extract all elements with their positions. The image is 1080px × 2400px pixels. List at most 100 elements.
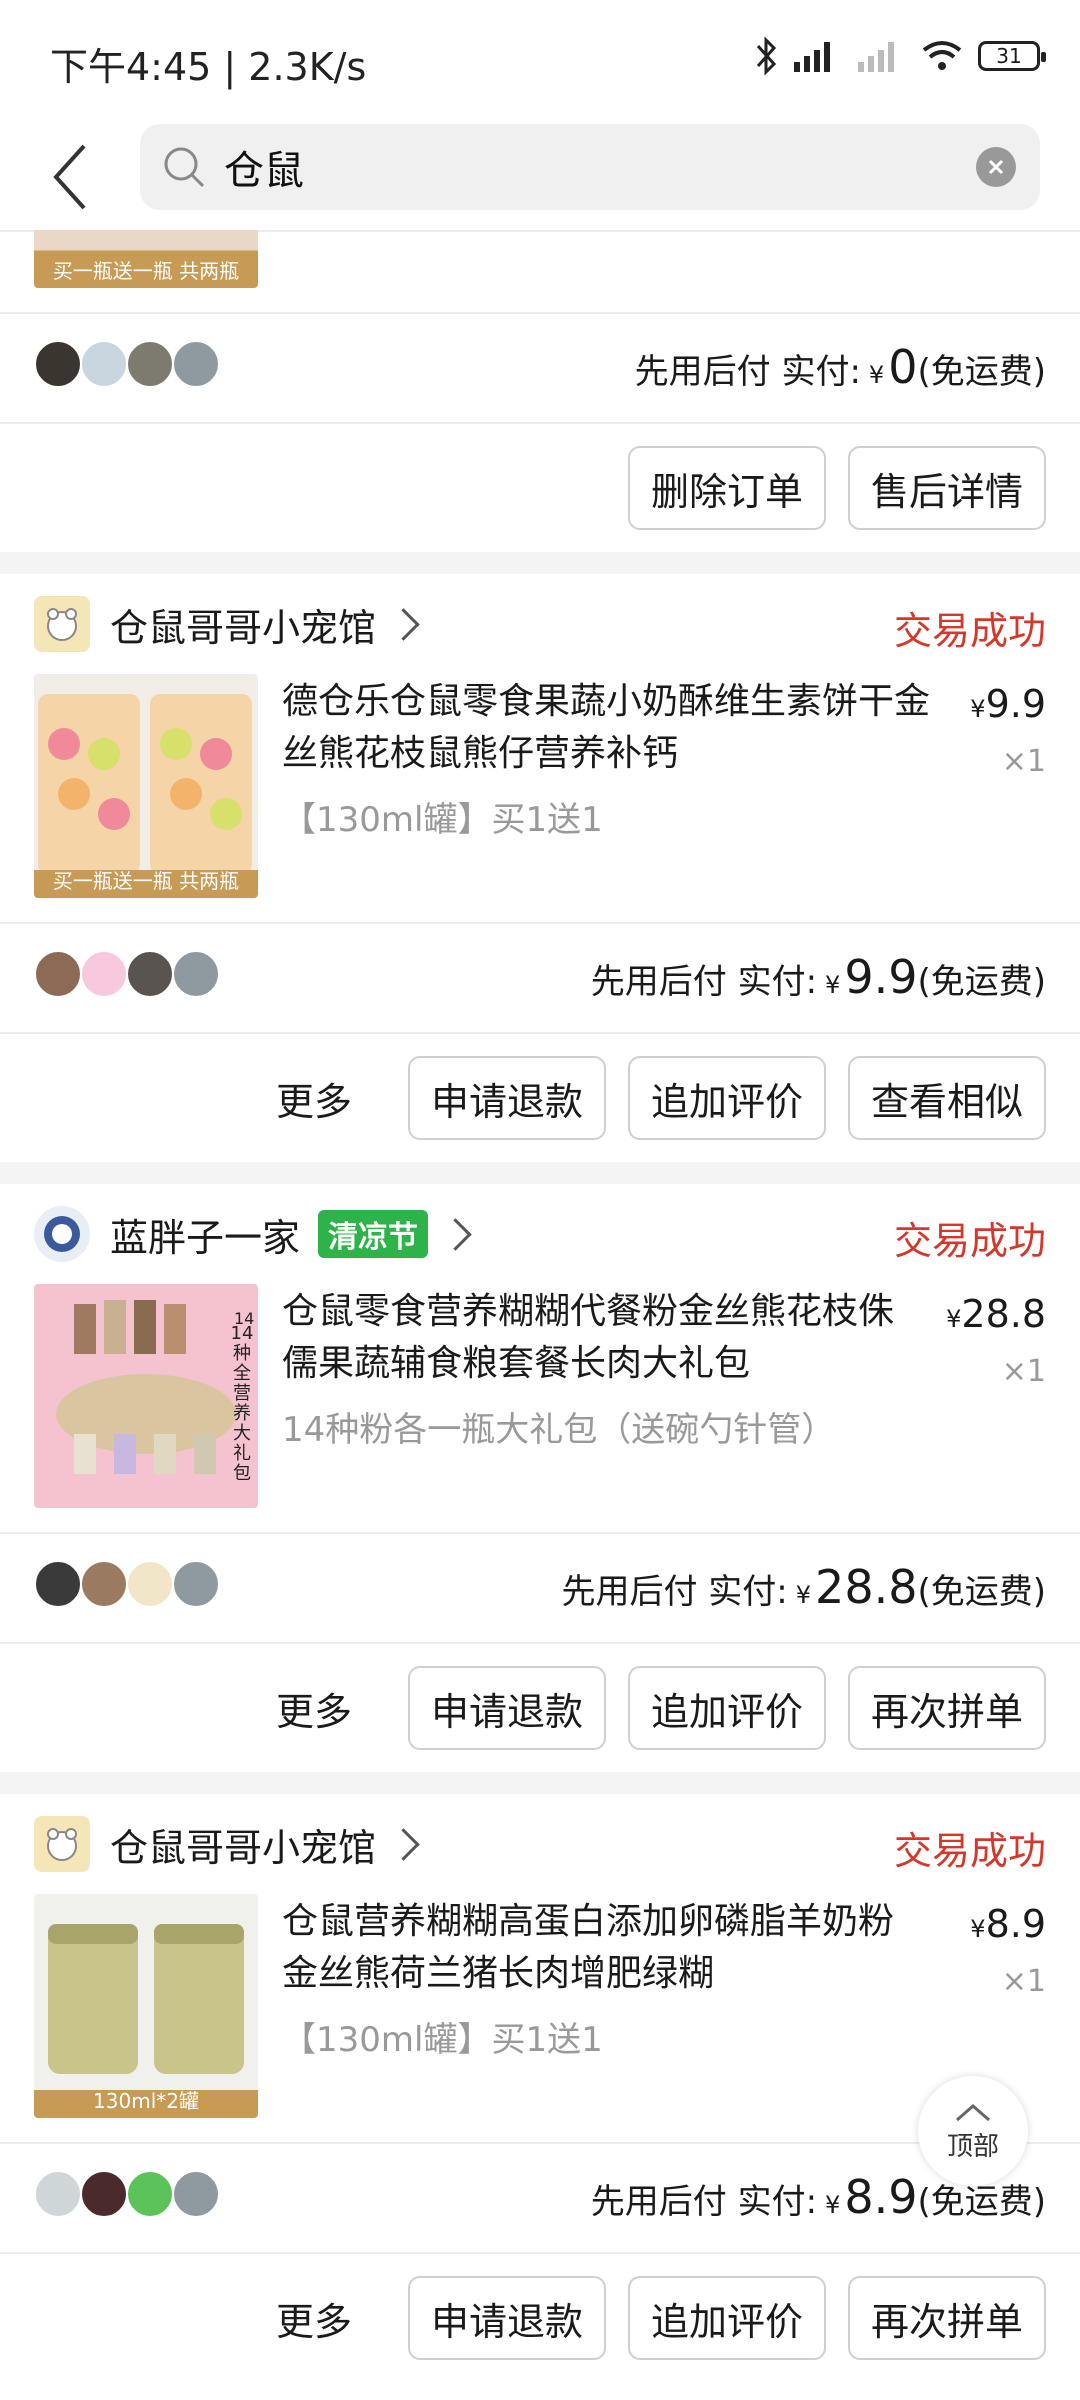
payment-amount: 9.9 (844, 950, 918, 1004)
payment-amount: 0 (888, 340, 918, 394)
add-review-button[interactable]: 追加评价 (628, 1666, 826, 1750)
product-title[interactable]: 仓鼠零食营养糊糊代餐粉金丝熊花枝侏儒果蔬辅食粮套餐长肉大礼包 (282, 1286, 922, 1390)
payment-label: 先用后付 实付: (634, 352, 861, 392)
payment-summary: 先用后付 实付: ¥ 28.8 (免运费) (562, 1560, 1047, 1614)
avatar (34, 950, 82, 998)
request-refund-button[interactable]: 申请退款 (408, 1666, 606, 1750)
card-divider (0, 1532, 1080, 1534)
after-sale-details-button[interactable]: 售后详情 (848, 446, 1046, 530)
shop-name: 蓝胖子一家 (110, 1215, 301, 1260)
currency-symbol: ¥ (825, 971, 841, 999)
avatar (126, 950, 174, 998)
shop-logo (34, 1206, 90, 1262)
clear-search-button[interactable] (976, 147, 1016, 187)
card-divider (0, 922, 1080, 924)
chevron-up-icon (956, 2103, 990, 2121)
avatar (126, 1560, 174, 1608)
status-icons: 31 (754, 36, 1046, 76)
product-title[interactable]: 德仓乐仓鼠零食果蔬小奶酥维生素饼干金丝熊花枝鼠熊仔营养补钙 (282, 676, 942, 780)
shipping-note: (免运费) (917, 1572, 1046, 1612)
currency-symbol: ¥ (795, 1581, 812, 1609)
price-value: 8.9 (985, 1902, 1046, 1946)
payment-summary: 先用后付 实付: ¥ 0 (免运费) (635, 340, 1046, 394)
buy-again-button[interactable]: 再次拼单 (848, 1666, 1046, 1750)
add-review-button[interactable]: 追加评价 (628, 2276, 826, 2360)
product-quantity: ×1 (1001, 1354, 1046, 1389)
payment-label: 先用后付 实付: (590, 2182, 818, 2222)
product-title[interactable]: 仓鼠营养糊糊高蛋白添加卵磷脂羊奶粉金丝熊荷兰猪长肉增肥绿糊 (282, 1896, 922, 2000)
currency-symbol: ¥ (946, 1305, 962, 1333)
shop-row[interactable]: 蓝胖子一家 清凉节 (34, 1204, 472, 1264)
product-spec: 【130ml罐】买1送1 (282, 800, 603, 840)
product-image[interactable]: 买一瓶送一瓶 共两瓶 (34, 230, 258, 288)
chevron-right-icon (439, 1217, 472, 1251)
buyer-avatars (34, 2170, 220, 2218)
product-price: ¥28.8 (946, 1292, 1046, 1336)
product-image[interactable]: 买一瓶送一瓶 共两瓶 (34, 674, 258, 898)
chevron-left-icon (53, 144, 86, 210)
back-to-top-label: 顶部 (946, 2131, 999, 2162)
shop-row[interactable]: 仓鼠哥哥小宠馆 (34, 1814, 420, 1874)
card-divider (0, 312, 1080, 314)
card-divider (0, 1642, 1080, 1644)
product-gift-set-image: 14 (56, 1300, 254, 1474)
search-query[interactable]: 仓鼠 (224, 138, 304, 196)
avatar (34, 2170, 82, 2218)
hamster-logo-icon (47, 1828, 77, 1861)
buy-again-button[interactable]: 再次拼单 (848, 2276, 1046, 2360)
avatar (80, 1560, 128, 1608)
product-image-label: 130ml*2罐 (93, 2089, 199, 2113)
product-image[interactable]: 130ml*2罐 (34, 1894, 258, 2118)
chevron-right-icon (387, 1827, 420, 1861)
signal-icon (792, 38, 842, 74)
product-price: ¥9.9 (970, 682, 1046, 726)
order-status: 交易成功 (893, 1219, 1046, 1263)
search-icon (164, 147, 205, 188)
blue-mascot-logo-icon (44, 1216, 80, 1252)
card-divider (0, 1032, 1080, 1034)
chevron-right-icon (387, 607, 420, 641)
shop-name: 仓鼠哥哥小宠馆 (110, 1825, 377, 1870)
more-button[interactable]: 更多 (276, 1071, 352, 1126)
buyer-avatars (34, 1560, 220, 1608)
shop-row[interactable]: 仓鼠哥哥小宠馆 (34, 594, 420, 654)
avatar (80, 950, 128, 998)
more-button[interactable]: 更多 (276, 2291, 352, 2346)
payment-label: 先用后付 实付: (561, 1572, 788, 1612)
search-input[interactable]: 仓鼠 (140, 124, 1040, 210)
shipping-note: (免运费) (917, 962, 1046, 1002)
card-divider (0, 2252, 1080, 2254)
avatar (34, 340, 82, 388)
product-image-label: 14种全营养大礼包 (230, 1323, 254, 1484)
order-actions: 删除订单 售后详情 (628, 446, 1046, 530)
request-refund-button[interactable]: 申请退款 (408, 2276, 606, 2360)
payment-amount: 28.8 (815, 1560, 918, 1614)
order-actions: 更多 申请退款 追加评价 再次拼单 (276, 1666, 1046, 1750)
product-spec: 【130ml罐】买1送1 (282, 2020, 603, 2060)
avatar (34, 1560, 82, 1608)
back-to-top-button[interactable]: 顶部 (918, 2076, 1028, 2186)
order-actions: 更多 申请退款 追加评价 查看相似 (276, 1056, 1046, 1140)
delete-order-button[interactable]: 删除订单 (628, 446, 826, 530)
more-button[interactable]: 更多 (276, 1681, 352, 1736)
avatar (80, 340, 128, 388)
wifi-icon (920, 38, 964, 74)
request-refund-button[interactable]: 申请退款 (408, 1056, 606, 1140)
payment-amount: 8.9 (844, 2170, 918, 2224)
product-spec: 14种粉各一瓶大礼包（送碗勺针管） (282, 1410, 836, 1450)
product-image[interactable]: 14 14种全营养大礼包 (34, 1284, 258, 1508)
shipping-note: (免运费) (917, 352, 1046, 392)
currency-symbol: ¥ (868, 361, 885, 389)
product-price: ¥8.9 (970, 1902, 1046, 1946)
buyer-avatars (34, 340, 220, 388)
buyer-avatars (34, 950, 220, 998)
back-button[interactable] (30, 132, 110, 222)
add-review-button[interactable]: 追加评价 (628, 1056, 826, 1140)
payment-label: 先用后付 实付: (590, 962, 818, 1002)
view-similar-button[interactable]: 查看相似 (848, 1056, 1046, 1140)
hamster-logo-icon (47, 608, 77, 641)
order-actions: 更多 申请退款 追加评价 再次拼单 (276, 2276, 1046, 2360)
status-time: 下午4:45 | 2.3K/s (50, 45, 367, 89)
header: 仓鼠 (0, 120, 1080, 230)
avatar (126, 2170, 174, 2218)
